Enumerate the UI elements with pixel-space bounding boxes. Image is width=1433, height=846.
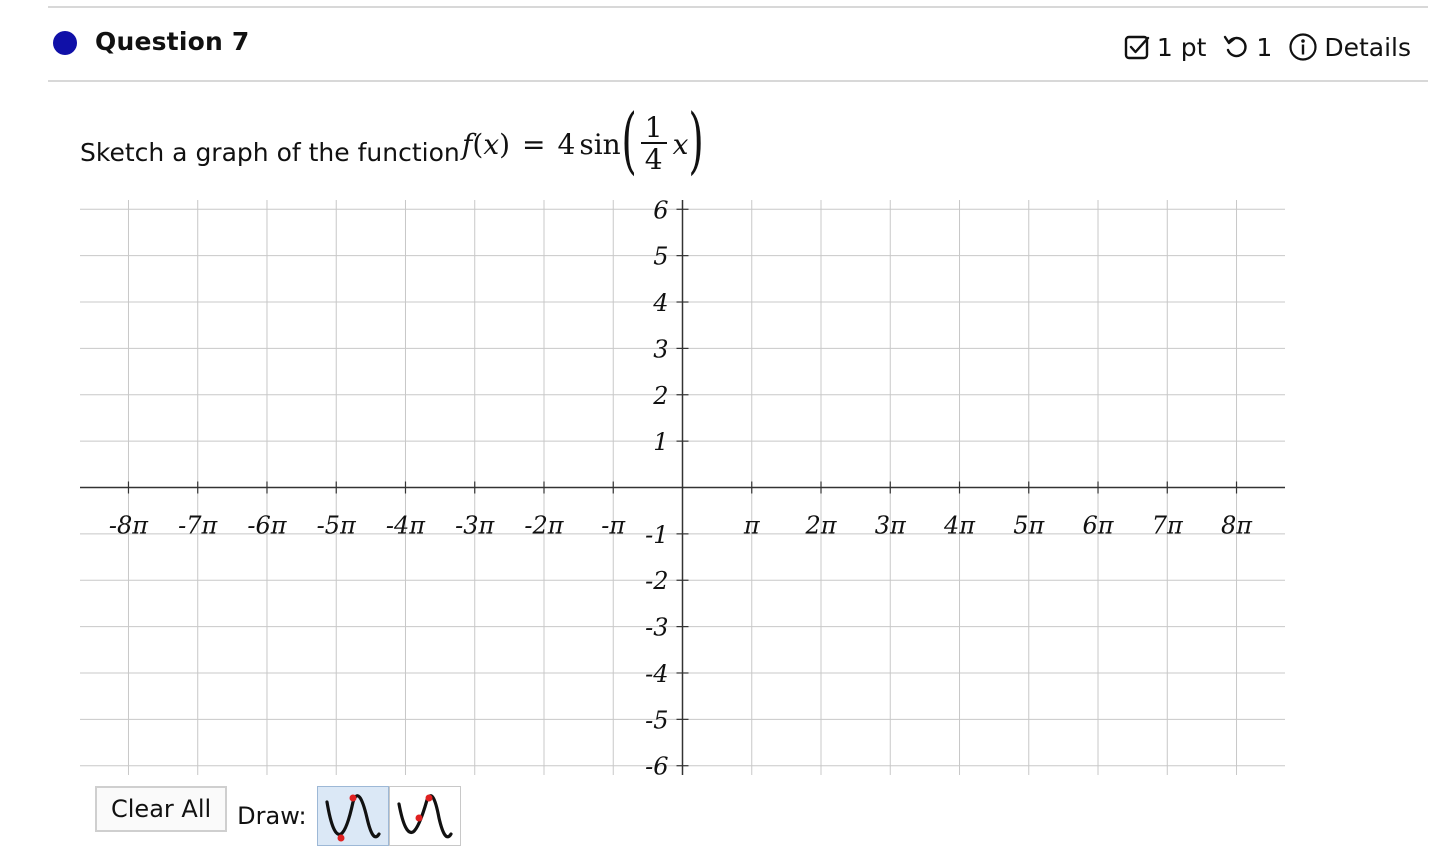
points-value: 1 pt [1156,32,1207,62]
question-prompt: Sketch a graph of the function [80,138,460,167]
y-tick-label: 4 [652,289,668,317]
details-link[interactable]: Details [1324,33,1411,62]
y-tick-label: 6 [653,200,668,224]
x-tick-label: -π [601,512,626,540]
y-tick-label: 3 [653,335,668,363]
question-title: Question 7 [95,27,250,56]
formula-numerator: 1 [640,114,667,144]
x-tick-label: 3π [875,512,907,540]
y-tick-label: -5 [645,706,668,734]
function-formula: f ( x ) = 4 sin ( 1 4 x ) [462,98,705,182]
y-tick-label: -3 [645,614,668,642]
y-tick-label: 5 [653,243,668,271]
formula-fn: f [462,127,473,161]
question-page: Question 7 1 pt 1 Details Sketch a graph… [0,0,1433,846]
clear-all-button[interactable]: Clear All [95,786,228,832]
cosine-wave-icon [397,794,453,839]
top-divider [48,6,1428,8]
formula-fraction: 1 4 [640,114,667,176]
graph-toolbar: Clear All Draw: [95,786,461,846]
x-tick-label: -7π [178,512,218,540]
y-tick-label: -6 [645,753,668,775]
x-tick-label: -8π [109,512,149,540]
y-tick-label: -1 [645,521,668,549]
x-tick-label: -6π [247,512,287,540]
formula-coef: 4 [557,127,576,161]
x-tick-label: 7π [1152,512,1184,540]
formula-var: x [483,127,500,161]
formula-arg: x [672,127,689,161]
x-tick-label: 8π [1221,512,1253,540]
y-tick-label: 1 [653,428,668,456]
formula-denominator: 4 [644,143,663,176]
x-tick-label: 4π [943,512,976,540]
y-tick-label: -2 [645,567,668,595]
sine-tool-button[interactable] [316,786,389,846]
sine-wave-icon [325,794,381,842]
y-tick-label: 2 [652,382,668,410]
attempts-value: 1 [1256,32,1273,62]
draw-label: Draw: [237,802,307,830]
x-tick-label: -5π [317,512,357,540]
retry-icon [1222,33,1250,61]
cosine-tool-button[interactable] [388,786,461,846]
x-tick-label: -2π [524,512,564,540]
x-tick-label: -4π [386,512,426,540]
formula-func: sin [579,127,621,161]
formula-eq: = [522,127,546,161]
header-divider [48,80,1428,82]
x-tick-label: -3π [455,512,495,540]
checkbox-icon [1123,33,1151,61]
x-tick-label: π [743,512,761,540]
x-tick-label: 2π [804,512,837,540]
graph-canvas[interactable]: -8π -7π -6π -5π -4π -3π -2π -π π 2π 3π 4π 5π 6π 7π 8π 6 5… [80,200,1285,775]
question-meta: 1 pt 1 Details [1123,30,1411,64]
question-status-dot [53,31,77,55]
info-icon[interactable] [1288,32,1318,62]
x-tick-label: 6π [1082,512,1114,540]
x-tick-label: 5π [1013,512,1045,540]
y-tick-label: -4 [645,660,668,688]
